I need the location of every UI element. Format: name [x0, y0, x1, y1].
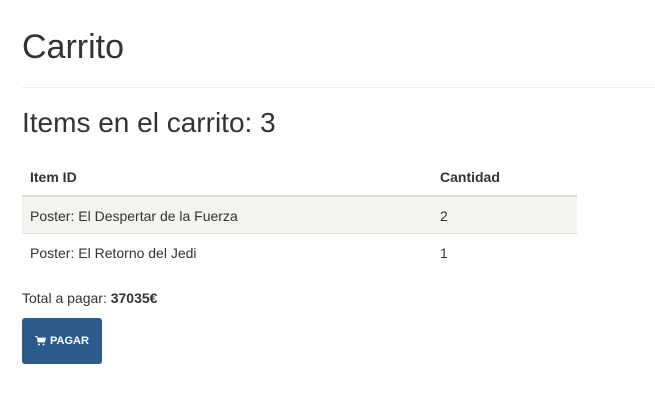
item-name-cell: Poster: El Despertar de la Fuerza	[22, 195, 432, 234]
column-header-item-id: Item ID	[22, 160, 432, 197]
page-title: Carrito	[22, 28, 125, 66]
total-label: Total a pagar:	[22, 290, 107, 306]
quantity-cell: 2	[432, 195, 577, 234]
quantity-cell: 1	[432, 233, 577, 270]
total-line: Total a pagar: 37035€	[22, 290, 655, 306]
pay-button[interactable]: PAGAR	[22, 318, 102, 364]
cart-table: Item ID Cantidad Poster: El Despertar de…	[22, 160, 577, 270]
shopping-cart-icon	[35, 336, 47, 346]
table-row: Poster: El Retorno del Jedi 1	[22, 233, 577, 270]
divider	[22, 87, 655, 88]
items-count-heading: Items en el carrito: 3	[22, 107, 276, 138]
pay-button-label: PAGAR	[50, 335, 89, 347]
item-name-cell: Poster: El Retorno del Jedi	[22, 233, 432, 270]
table-row: Poster: El Despertar de la Fuerza 2	[22, 195, 577, 234]
table-header-row: Item ID Cantidad	[22, 160, 577, 197]
column-header-quantity: Cantidad	[432, 160, 577, 197]
cart-page: Carrito Items en el carrito: 3 Item ID C…	[0, 0, 655, 364]
total-amount: 37035€	[110, 290, 158, 306]
